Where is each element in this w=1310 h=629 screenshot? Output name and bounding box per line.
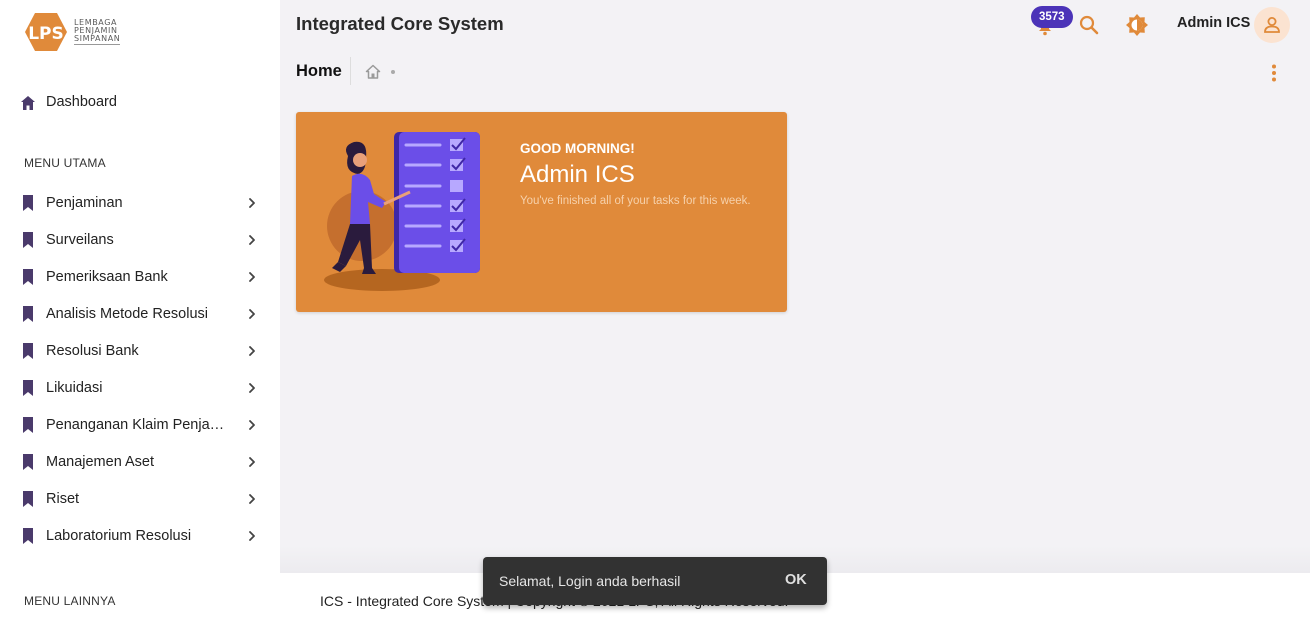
snackbar-ok-button[interactable]: OK bbox=[785, 572, 807, 588]
chevron-right-icon bbox=[249, 531, 255, 541]
chevron-right-icon bbox=[249, 198, 255, 208]
greeting-subtitle: You've finished all of your tasks for th… bbox=[520, 195, 751, 207]
bookmark-icon bbox=[23, 195, 33, 211]
chevron-right-icon bbox=[249, 457, 255, 467]
login-snackbar: Selamat, Login anda berhasil OK bbox=[483, 557, 827, 605]
brightness-icon[interactable] bbox=[1125, 13, 1149, 37]
greeting-text: GOOD MORNING! bbox=[520, 141, 635, 156]
sidebar-item-penanganan-klaim-penjaminan[interactable]: Penanganan Klaim Penjaminan bbox=[0, 406, 280, 443]
notification-badge[interactable]: 3573 bbox=[1031, 6, 1073, 28]
lps-logo-icon: LPS bbox=[25, 13, 67, 51]
sidebar-item-laboratorium-resolusi[interactable]: Laboratorium Resolusi bbox=[0, 517, 280, 554]
sidebar-item-label: Analisis Metode Resolusi bbox=[46, 305, 208, 322]
welcome-card: GOOD MORNING! Admin ICS You've finished … bbox=[296, 112, 787, 312]
bookmark-icon bbox=[23, 232, 33, 248]
sidebar-item-penjaminan[interactable]: Penjaminan bbox=[0, 184, 280, 221]
bookmark-icon bbox=[23, 343, 33, 359]
search-icon[interactable] bbox=[1078, 14, 1100, 36]
sidebar-item-label: Manajemen Aset bbox=[46, 453, 155, 470]
chevron-right-icon bbox=[249, 346, 255, 356]
bookmark-icon bbox=[23, 306, 33, 322]
sidebar-item-label: Penanganan Klaim Penjaminan bbox=[46, 416, 234, 433]
page-title: Home bbox=[296, 62, 342, 80]
bookmark-icon bbox=[23, 491, 33, 507]
bookmark-icon bbox=[23, 417, 33, 433]
sidebar-item-label: Penjaminan bbox=[46, 194, 123, 211]
avatar[interactable] bbox=[1254, 7, 1290, 43]
sidebar-item-analisis-metode-resolusi[interactable]: Analisis Metode Resolusi bbox=[0, 295, 280, 332]
breadcrumb-separator bbox=[391, 70, 395, 74]
chevron-right-icon bbox=[249, 420, 255, 430]
greeting-name: Admin ICS bbox=[520, 161, 635, 188]
sidebar-item-pemeriksaan-bank[interactable]: Pemeriksaan Bank bbox=[0, 258, 280, 295]
snackbar-message: Selamat, Login anda berhasil bbox=[499, 573, 681, 589]
bookmark-icon bbox=[23, 380, 33, 396]
menu-utama-title: MENU UTAMA bbox=[24, 156, 106, 170]
sidebar-item-label: Laboratorium Resolusi bbox=[46, 527, 192, 544]
sidebar-item-dashboard[interactable]: Dashboard bbox=[0, 83, 280, 120]
sidebar-item-surveilans[interactable]: Surveilans bbox=[0, 221, 280, 258]
sidebar: LPS LEMBAGA PENJAMIN SIMPANAN Dashboard … bbox=[0, 0, 280, 629]
sidebar-item-manajemen-aset[interactable]: Manajemen Aset bbox=[0, 443, 280, 480]
bookmark-icon bbox=[23, 454, 33, 470]
home-icon bbox=[21, 96, 35, 110]
more-vert-icon[interactable] bbox=[1268, 64, 1280, 82]
breadcrumb-divider bbox=[350, 57, 351, 85]
menu-lainnya-title: MENU LAINNYA bbox=[24, 594, 116, 608]
chevron-right-icon bbox=[249, 494, 255, 504]
app-title: Integrated Core System bbox=[296, 13, 504, 34]
sidebar-item-label: Likuidasi bbox=[46, 379, 103, 396]
checklist-illustration bbox=[324, 132, 480, 291]
sidebar-item-label: Riset bbox=[46, 490, 80, 507]
sidebar-item-label: Dashboard bbox=[46, 93, 117, 110]
user-name[interactable]: Admin ICS bbox=[1177, 15, 1250, 31]
breadcrumb-home-icon[interactable] bbox=[365, 64, 381, 79]
sidebar-item-resolusi-bank[interactable]: Resolusi Bank bbox=[0, 332, 280, 369]
logo-wordmark: LEMBAGA PENJAMIN SIMPANAN bbox=[74, 18, 121, 45]
sidebar-item-label: Resolusi Bank bbox=[46, 342, 139, 359]
chevron-right-icon bbox=[249, 235, 255, 245]
svg-text:LPS: LPS bbox=[28, 24, 64, 44]
chevron-right-icon bbox=[249, 383, 255, 393]
lps-logo[interactable]: LPS LEMBAGA PENJAMIN SIMPANAN bbox=[24, 12, 130, 52]
sidebar-item-label: Surveilans bbox=[46, 231, 114, 248]
sidebar-item-label: Pemeriksaan Bank bbox=[46, 268, 168, 285]
bookmark-icon bbox=[23, 528, 33, 544]
bookmark-icon bbox=[23, 269, 33, 285]
sidebar-item-likuidasi[interactable]: Likuidasi bbox=[0, 369, 280, 406]
chevron-right-icon bbox=[249, 309, 255, 319]
user-icon bbox=[1264, 17, 1280, 33]
chevron-right-icon bbox=[249, 272, 255, 282]
sidebar-item-riset[interactable]: Riset bbox=[0, 480, 280, 517]
